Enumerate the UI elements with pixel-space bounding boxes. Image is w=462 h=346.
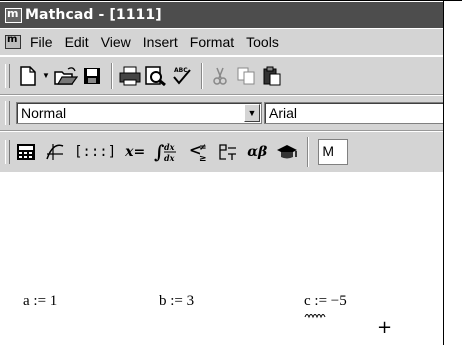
svg-text:dx: dx <box>164 153 175 163</box>
boolean-icon[interactable]: < ≠ ≥ <box>189 137 209 167</box>
cut-icon[interactable] <box>208 63 232 89</box>
new-document-icon[interactable] <box>16 63 40 89</box>
toolbar-grip[interactable] <box>5 101 10 125</box>
style-select[interactable]: Normal ▼ <box>16 102 262 124</box>
standard-toolbar: ▼ ABC <box>0 56 443 95</box>
formatting-toolbar: Normal ▼ Arial <box>0 95 443 131</box>
greek-glyph: αβ <box>247 144 268 160</box>
math-style-value: M <box>322 143 334 159</box>
print-icon[interactable] <box>118 63 142 89</box>
greek-icon[interactable]: αβ <box>247 137 267 167</box>
svg-text:dx: dx <box>164 142 175 152</box>
right-border <box>443 0 444 345</box>
svg-text:≥: ≥ <box>199 154 207 163</box>
error-squiggle-icon <box>304 314 326 319</box>
title-bar[interactable]: m Mathcad - [1111] <box>0 2 443 28</box>
font-select-value: Arial <box>269 105 298 121</box>
math-region[interactable]: c := −5 <box>304 293 347 310</box>
mathcad-document-icon[interactable]: m <box>4 34 22 50</box>
copy-icon[interactable] <box>234 63 258 89</box>
menu-format[interactable]: Format <box>190 34 234 50</box>
calculus-icon[interactable]: ∫ dx dx <box>154 137 180 167</box>
matrix-icon[interactable]: [:::] <box>74 137 116 167</box>
matrix-glyph: [:::] <box>74 144 117 160</box>
menu-edit[interactable]: Edit <box>65 34 89 50</box>
symbolic-icon[interactable] <box>276 137 298 167</box>
svg-text:ABC: ABC <box>174 67 188 74</box>
toolbar-separator <box>307 137 310 167</box>
math-region[interactable]: a := 1 <box>23 293 57 310</box>
toolbar-grip[interactable] <box>5 140 10 164</box>
new-dropdown-arrow-icon[interactable]: ▼ <box>42 71 50 80</box>
calculator-icon[interactable] <box>16 137 36 167</box>
paste-icon[interactable] <box>260 63 284 89</box>
math-region[interactable]: b := 3 <box>159 293 194 310</box>
open-folder-icon[interactable] <box>54 63 78 89</box>
toolbar-separator <box>200 62 203 89</box>
menu-insert[interactable]: Insert <box>143 34 178 50</box>
svg-text:≠: ≠ <box>199 143 207 153</box>
menu-view[interactable]: View <box>101 34 131 50</box>
spell-check-icon[interactable]: ABC <box>170 63 194 89</box>
window-title: Mathcad - [1111] <box>25 7 162 23</box>
toolbar-grip[interactable] <box>5 63 10 88</box>
menu-bar: m File Edit View Insert Format Tools <box>0 29 443 55</box>
evaluation-icon[interactable]: x= <box>125 137 145 167</box>
graph-icon[interactable] <box>45 137 65 167</box>
math-style-select[interactable]: M <box>318 139 349 165</box>
menu-tools[interactable]: Tools <box>246 34 279 50</box>
evaluation-glyph: x= <box>125 144 146 160</box>
crosshair-cursor-icon: + <box>377 317 393 338</box>
math-toolbar: [:::] x= ∫ dx dx < ≠ ≥ αβ M <box>0 131 443 173</box>
menu-file[interactable]: File <box>30 34 53 50</box>
chevron-down-icon[interactable]: ▼ <box>244 104 260 122</box>
mathcad-window: m Mathcad - [1111] m File Edit View Inse… <box>0 0 443 346</box>
save-disk-icon[interactable] <box>80 63 104 89</box>
mathcad-icon[interactable]: m <box>4 7 22 23</box>
programming-icon[interactable] <box>218 137 238 167</box>
toolbar-separator <box>110 62 113 89</box>
font-select[interactable]: Arial <box>264 102 443 124</box>
print-preview-icon[interactable] <box>144 63 168 89</box>
style-select-value: Normal <box>21 105 67 121</box>
